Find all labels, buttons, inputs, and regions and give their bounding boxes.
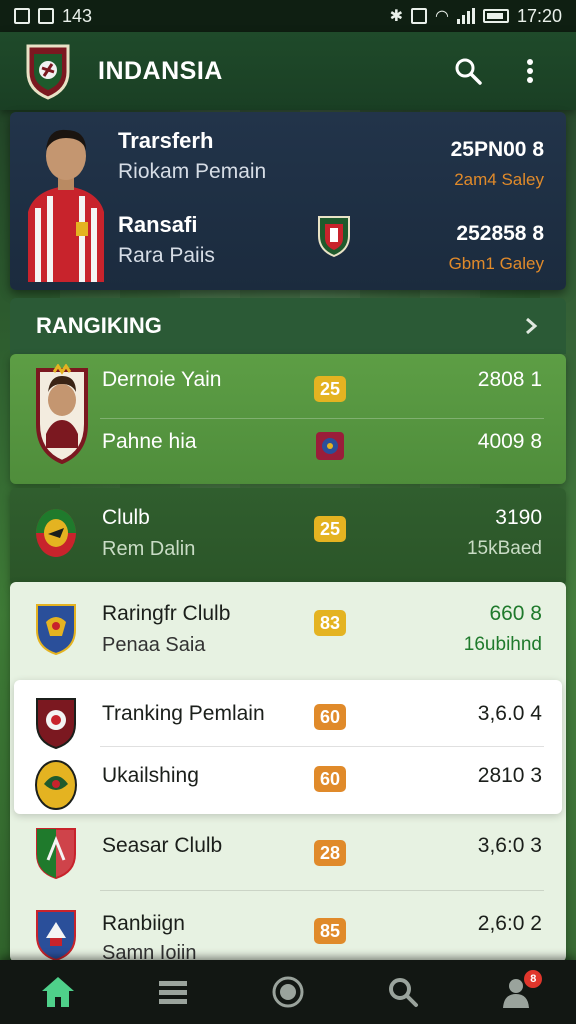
rank-badge: 85 — [314, 918, 346, 944]
notification-icon — [14, 8, 30, 24]
item-name: Clulb — [102, 506, 150, 529]
item-value: 4009 8 — [477, 430, 542, 453]
item-name: Seasar Clulb — [102, 834, 223, 857]
item-name: Raringfr Clulb — [102, 602, 231, 625]
item-value: 3,6:0 3 — [477, 834, 542, 857]
list-item[interactable]: Clulb Rem Dalin 25 3190 15kBaed — [10, 500, 566, 564]
list-item[interactable]: Ukailshing 60 2810 3 — [10, 752, 566, 816]
item-subvalue: 16ubihnd — [463, 634, 542, 655]
nav-profile[interactable]: 8 — [488, 968, 548, 1016]
item-subtitle: Penaa Saia — [102, 634, 206, 656]
transfer-value: 25PN00 8 — [450, 138, 544, 161]
divider — [100, 746, 544, 747]
ranking-header[interactable]: RANGIKING — [10, 298, 566, 354]
status-time-left: 143 — [62, 5, 93, 26]
item-name: Pahne hia — [102, 430, 197, 453]
club-logo-icon — [26, 44, 70, 100]
image-icon — [38, 8, 54, 24]
transfer-salary: 2am4 Saley — [454, 170, 544, 189]
more-button[interactable] — [508, 49, 552, 93]
app-bar: INDANSIA — [0, 32, 576, 110]
item-value: 3190 — [495, 506, 542, 529]
app-title: INDANSIA — [98, 56, 223, 85]
nav-home[interactable] — [28, 968, 88, 1016]
club-crest-icon — [36, 698, 76, 750]
section-title: RANGIKING — [36, 313, 162, 338]
club-badge-icon — [316, 432, 344, 460]
club-crest-icon — [36, 828, 76, 880]
notification-badge: 8 — [524, 970, 543, 988]
club-crest-icon — [318, 216, 350, 258]
battery-icon — [482, 9, 509, 23]
bottom-navigation: 8 — [0, 960, 576, 1024]
list-item[interactable]: Dernoie Yain 25 2808 1 — [10, 362, 566, 464]
item-name: Ukailshing — [102, 764, 199, 787]
rank-badge: 25 — [314, 516, 346, 542]
search-button[interactable] — [446, 49, 490, 93]
rank-badge: 28 — [314, 840, 346, 866]
transfer-salary: Gbm1 Galey — [448, 254, 544, 273]
list-item[interactable]: Pahne hia 4009 8 — [10, 424, 566, 488]
status-time: 17:20 — [516, 5, 562, 26]
nav-search[interactable] — [373, 968, 433, 1016]
rank-badge: 60 — [314, 766, 346, 792]
rank-badge: 60 — [314, 704, 346, 730]
player-photo — [28, 129, 104, 282]
club-crest-icon — [36, 509, 76, 557]
item-value: 2,6:0 2 — [477, 912, 542, 935]
item-name: Tranking Pemlain — [102, 702, 265, 725]
vibrate-icon — [410, 8, 427, 24]
status-bar: 143 ✱ ◠ 17:20 — [0, 0, 576, 32]
wifi-icon: ◠ — [434, 8, 449, 25]
bluetooth-icon: ✱ — [389, 8, 403, 25]
signal-icon — [456, 8, 475, 24]
more-vert-icon — [527, 59, 533, 83]
divider — [100, 890, 544, 891]
list-item[interactable]: Seasar Clulb 28 3,6:0 3 — [10, 820, 566, 884]
item-value: 3,6.0 4 — [477, 702, 542, 725]
item-subtitle: Samn Ioiin — [102, 942, 197, 960]
item-value: 660 8 — [489, 602, 542, 625]
item-name: Dernoie Yain — [102, 368, 222, 391]
item-value: 2810 3 — [477, 764, 542, 787]
item-name: Ranbiign — [102, 912, 185, 935]
item-subvalue: 15kBaed — [466, 538, 542, 559]
item-value: 2808 1 — [477, 368, 542, 391]
home-icon — [41, 977, 74, 1007]
transfer-value: 252858 8 — [456, 222, 544, 245]
club-crest-icon — [36, 604, 76, 656]
club-crest-icon — [36, 910, 76, 960]
nav-list[interactable] — [143, 968, 203, 1016]
list-icon — [158, 981, 187, 1004]
search-icon — [455, 58, 482, 85]
divider — [100, 418, 544, 419]
item-subtitle: Rem Dalin — [102, 538, 196, 560]
list-item[interactable]: Raringfr Clulb Penaa Saia 83 660 8 16ubi… — [10, 596, 566, 660]
transfer-row[interactable]: Trarsferh Riokam Pemain 25PN00 8 2am4 Sa… — [118, 128, 544, 198]
circle-icon — [272, 976, 304, 1008]
transfer-row[interactable]: Ransafi Rara Paiis 252858 8 Gbm1 Galey — [118, 212, 544, 282]
club-crest-icon — [35, 760, 77, 810]
search-icon — [389, 978, 419, 1007]
transfer-card[interactable]: Trarsferh Riokam Pemain 25PN00 8 2am4 Sa… — [10, 112, 566, 290]
rank-badge: 83 — [314, 610, 346, 636]
list-item[interactable]: Ranbiign Samn Ioiin 85 2,6:0 2 — [10, 902, 566, 960]
chevron-right-icon — [526, 317, 538, 335]
nav-center[interactable] — [258, 968, 318, 1016]
rank-badge: 25 — [314, 376, 346, 402]
list-item[interactable]: Tranking Pemlain 60 3,6.0 4 — [10, 690, 566, 754]
